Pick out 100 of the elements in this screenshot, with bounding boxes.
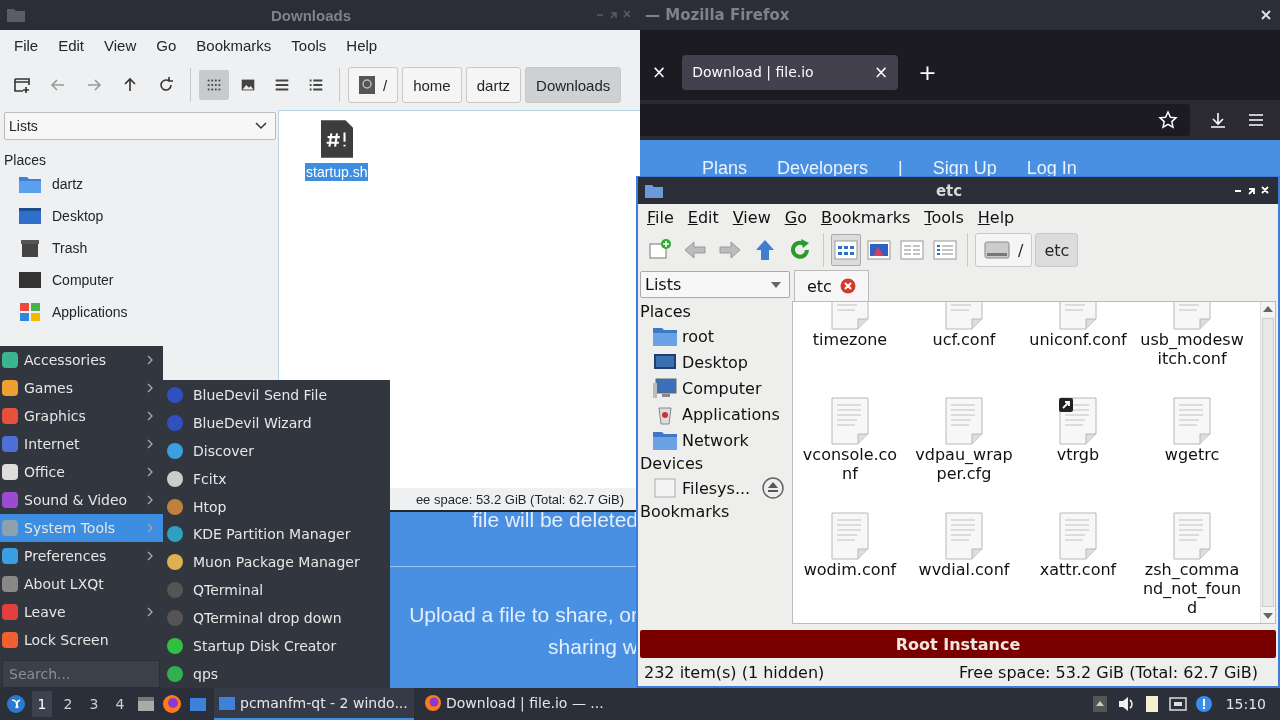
app-icon[interactable] (167, 498, 183, 515)
app-icon[interactable] (167, 526, 183, 543)
file-name[interactable]: vdpau_wrapper.cfg (912, 445, 1016, 483)
grid-icon[interactable] (834, 240, 858, 260)
menu-item[interactable]: Muon Package Manager (163, 548, 390, 577)
menu-item[interactable]: About LXQt (0, 570, 163, 598)
path-button[interactable]: Downloads (525, 67, 622, 103)
browser-tab[interactable]: Download | file.io × (682, 54, 899, 90)
menu-item[interactable]: Accessories (0, 346, 163, 374)
new-tab-button[interactable]: + (906, 59, 937, 85)
menu-item[interactable]: Startup Disk Creator (163, 632, 390, 661)
chevron-icon[interactable] (255, 122, 267, 130)
eject-icon[interactable] (762, 477, 785, 499)
file-name[interactable]: xattr.conf (1026, 560, 1130, 579)
place-item[interactable]: Computer (640, 375, 792, 401)
place-item[interactable]: dartz (4, 168, 276, 200)
menu-item[interactable]: View (723, 208, 776, 227)
folder-icon[interactable] (652, 429, 678, 451)
desktop-switch-button[interactable]: 4 (110, 691, 130, 717)
folder-tab[interactable]: etc (794, 270, 869, 301)
menu-item[interactable]: Help (336, 36, 388, 54)
desktop-switch-button[interactable]: 3 (84, 691, 104, 717)
trash-icon[interactable] (18, 238, 42, 258)
path-button[interactable]: / (975, 233, 1033, 267)
place-item[interactable]: Computer (4, 264, 276, 296)
menu-item[interactable]: Leave (0, 598, 163, 626)
task-button[interactable]: Download | file.io — ... (420, 688, 620, 720)
file-name[interactable]: ucf.conf (912, 330, 1016, 349)
task-button[interactable]: pcmanfm-qt - 2 windo... (214, 688, 414, 720)
show-desktop-icon[interactable] (136, 694, 156, 714)
menu-item[interactable]: QTerminal (163, 576, 390, 605)
folder-icon[interactable] (18, 174, 42, 194)
drive-icon[interactable] (984, 239, 1010, 261)
menu-item[interactable]: Htop (163, 492, 390, 521)
chevron-icon[interactable] (147, 355, 153, 365)
app-icon[interactable] (167, 554, 183, 571)
chevron-icon[interactable] (147, 439, 153, 449)
menu-item[interactable]: Bookmarks (811, 208, 916, 227)
menu-item[interactable]: Discover (163, 436, 390, 465)
place-item[interactable]: Trash (4, 232, 276, 264)
place-item[interactable]: root (640, 323, 792, 349)
script-file-icon[interactable] (320, 119, 353, 159)
file-name[interactable]: wgetrc (1140, 445, 1244, 464)
menu-item[interactable]: Fcitx (163, 464, 390, 493)
download-icon[interactable] (1208, 110, 1228, 130)
scrollbar[interactable] (1260, 302, 1275, 623)
folder-icon[interactable] (218, 694, 236, 712)
path-button[interactable]: etc (1035, 233, 1079, 267)
menu-item[interactable]: Tools (915, 208, 969, 227)
place-item[interactable]: Desktop (4, 200, 276, 232)
file-name[interactable]: wvdial.conf (912, 560, 1016, 579)
star-icon[interactable] (1158, 110, 1178, 130)
app-icon[interactable] (167, 442, 183, 459)
file-name[interactable]: zsh_command_not_found (1140, 560, 1244, 617)
app-icon[interactable] (2, 464, 18, 480)
menu-item[interactable]: Graphics (0, 402, 163, 430)
menu-item[interactable]: KDE Partition Manager (163, 520, 390, 549)
monitor-icon[interactable] (18, 206, 42, 226)
menu-item[interactable]: Sound & Video (0, 486, 163, 514)
close-icon[interactable] (839, 278, 856, 294)
search-field[interactable]: Search... (2, 660, 160, 688)
menu-item[interactable]: File (4, 36, 49, 54)
menu-item[interactable]: Go (146, 36, 187, 54)
menu-item[interactable]: Games (0, 374, 163, 402)
chevron-icon[interactable] (147, 607, 153, 617)
menu-item[interactable]: Go (775, 208, 812, 227)
browser-icon[interactable] (424, 694, 442, 712)
applications-icon[interactable] (18, 302, 42, 322)
place-item[interactable]: Applications (640, 401, 792, 427)
menu-item[interactable]: qps (163, 660, 390, 688)
drive-icon[interactable] (359, 76, 375, 94)
chevron-icon[interactable] (147, 411, 153, 421)
view-mode-button[interactable] (831, 234, 861, 266)
app-icon[interactable] (2, 380, 18, 396)
dropdown-arrow-icon[interactable] (771, 281, 781, 288)
menu-item[interactable]: Internet (0, 430, 163, 458)
menu-item[interactable]: File (638, 208, 679, 227)
browser-icon[interactable] (162, 694, 182, 714)
file-name[interactable]: uniconf.conf (1026, 330, 1130, 349)
path-button[interactable]: dartz (465, 67, 522, 103)
app-icon[interactable] (167, 638, 183, 655)
menu-item[interactable]: Help (968, 208, 1020, 227)
menu-item[interactable]: Office (0, 458, 163, 486)
side-pane-dropdown[interactable]: Lists (4, 112, 276, 140)
menu-item[interactable]: Edit (678, 208, 724, 227)
file-name[interactable]: vconsole.conf (798, 445, 902, 483)
start-menu-icon[interactable] (6, 694, 26, 714)
place-item[interactable]: Desktop (640, 349, 792, 375)
close-icon[interactable] (1260, 9, 1272, 21)
path-button[interactable]: / (348, 67, 399, 103)
menu-item[interactable]: Tools (281, 36, 337, 54)
menu-item[interactable]: View (94, 36, 147, 54)
menu-item[interactable]: Bookmarks (186, 36, 282, 54)
menu-item[interactable]: Edit (48, 36, 95, 54)
place-item[interactable]: Network (640, 427, 792, 453)
scroll-up-icon[interactable] (1263, 306, 1273, 312)
menu-item[interactable]: BlueDevil Send File (163, 381, 390, 409)
menu-item[interactable]: BlueDevil Wizard (163, 408, 390, 437)
detail-list-icon[interactable] (933, 240, 957, 260)
menu-item[interactable]: Preferences (0, 542, 163, 570)
